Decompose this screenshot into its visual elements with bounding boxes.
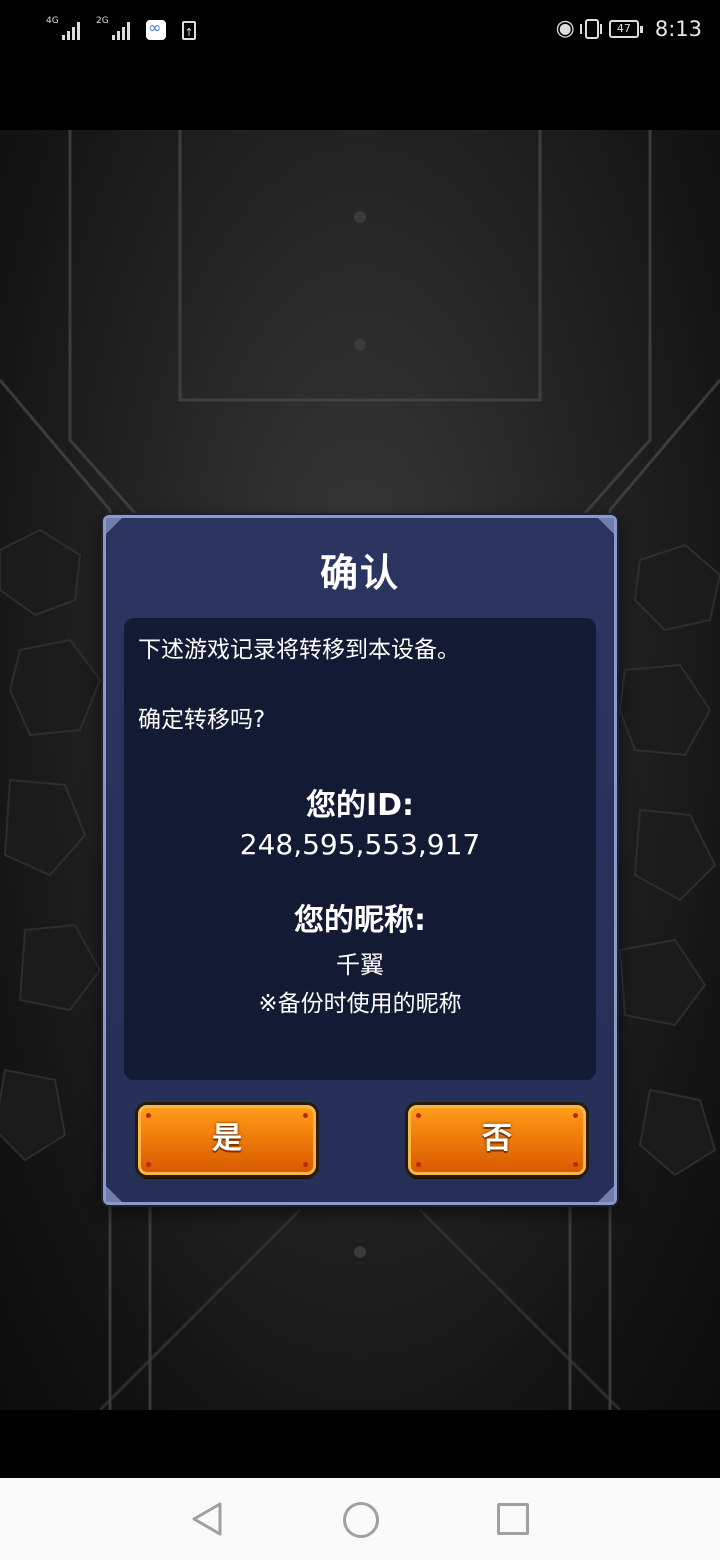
nickname-label: 您的昵称:: [294, 903, 426, 938]
yes-button-label: 是: [212, 1121, 242, 1156]
nickname-value: 千翼: [336, 951, 384, 979]
recent-apps-icon[interactable]: [497, 1503, 529, 1535]
yes-button[interactable]: 是: [138, 1105, 316, 1175]
home-icon[interactable]: [343, 1502, 379, 1538]
no-button-label: 否: [482, 1121, 512, 1156]
no-button[interactable]: 否: [408, 1105, 586, 1175]
confirm-question: 确定转移吗?: [138, 707, 266, 733]
back-icon[interactable]: [190, 1501, 224, 1537]
vibrate-icon: [579, 19, 602, 39]
account-info: 您的ID: 248,595,553,917 您的昵称: 千翼 ※备份时使用的昵称: [138, 780, 582, 1018]
navigation-bar: [0, 1478, 720, 1560]
id-label: 您的ID:: [305, 788, 415, 823]
dialog-content: 下述游戏记录将转移到本设备。 确定转移吗? 您的ID: 248,595,553,…: [124, 618, 596, 1080]
app-notification-icon: [146, 18, 166, 40]
battery-level: 47: [608, 20, 639, 38]
eye-icon: ◉: [555, 16, 575, 41]
status-bar: 4G 2G ↑ ◉ 47 8:13: [0, 0, 720, 62]
dialog-title: 确认: [319, 551, 400, 595]
sim2-network-label: 2G: [96, 16, 109, 26]
upload-icon: ↑: [182, 21, 196, 40]
clock: 8:13: [654, 17, 702, 41]
signal-icon: 4G: [46, 16, 80, 40]
transfer-message: 下述游戏记录将转移到本设备。: [138, 637, 460, 663]
nickname-note: ※备份时使用的昵称: [258, 991, 462, 1017]
battery-icon: 47: [608, 20, 643, 38]
status-left: 4G 2G ↑: [46, 16, 196, 40]
id-value: 248,595,553,917: [239, 828, 481, 861]
status-right: ◉ 47 8:13: [556, 17, 702, 41]
signal-icon-2: 2G: [96, 16, 130, 40]
confirm-dialog: 确认 下述游戏记录将转移到本设备。 确定转移吗? 您的ID: 248,595,5…: [103, 515, 617, 1205]
sim1-network-label: 4G: [46, 16, 59, 26]
